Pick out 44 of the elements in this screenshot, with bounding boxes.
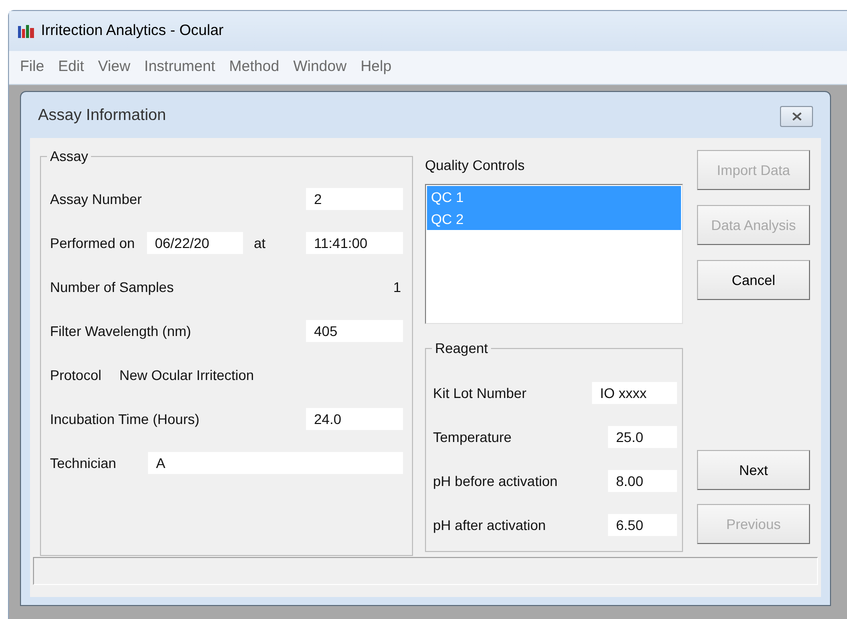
menu-item[interactable]: View	[91, 56, 138, 79]
input-field[interactable]: A	[148, 452, 403, 474]
field-label: Performed on	[50, 234, 135, 252]
input-field[interactable]: 25.0	[608, 426, 677, 448]
value-text: 1	[393, 278, 402, 296]
menu-item[interactable]: Window	[286, 56, 354, 79]
group-title: Assay	[49, 147, 90, 166]
field-label: Assay Number	[50, 190, 142, 209]
menu-item[interactable]: File	[13, 56, 52, 79]
dialog-button[interactable]: Cancel	[697, 260, 810, 300]
input-field[interactable]: IO xxxx	[592, 382, 677, 404]
menu-item[interactable]: Instrument	[137, 56, 222, 79]
input-field[interactable]: 405	[306, 320, 403, 342]
field-label: Filter Wavelength (nm)	[50, 322, 192, 341]
list-label: Quality Controls	[425, 156, 525, 175]
group-title: Reagent	[434, 339, 489, 358]
field-label: at	[254, 234, 266, 252]
input-field[interactable]: 24.0	[306, 408, 403, 430]
quality-controls-list[interactable]: QC 1 QC 2	[425, 184, 683, 324]
field-label: Incubation Time (Hours)	[50, 410, 200, 429]
field-label: Kit Lot Number	[433, 384, 526, 402]
input-field[interactable]: 8.00	[608, 470, 677, 492]
field-label: pH after activation	[433, 516, 546, 535]
close-button[interactable]	[780, 106, 813, 126]
window-title: Irritection Analytics - Ocular	[41, 20, 224, 41]
field-label: Technician	[50, 454, 116, 472]
menu-item[interactable]: Help	[354, 56, 398, 79]
close-icon	[792, 112, 802, 120]
app-logo-icon	[17, 23, 35, 39]
field-label: Number of Samples	[50, 278, 174, 297]
menu-item[interactable]: Edit	[51, 56, 92, 79]
field-label: Temperature	[433, 428, 512, 447]
input-field[interactable]: 11:41:00	[306, 232, 403, 254]
input-field[interactable]: 06/22/20	[146, 232, 243, 254]
list-item[interactable]: QC 1	[427, 186, 681, 208]
input-field[interactable]: 2	[306, 188, 403, 210]
field-label: pH before activation	[433, 472, 558, 491]
list-item[interactable]: QC 2	[427, 208, 681, 230]
value-text: New Ocular Irritection	[119, 366, 254, 384]
field-label: Protocol	[50, 366, 102, 384]
menu-item[interactable]: Method	[222, 56, 286, 79]
dialog-title: Assay Information	[38, 106, 166, 126]
input-field[interactable]: 6.50	[608, 514, 677, 536]
dialog-button[interactable]: Next	[697, 450, 810, 490]
